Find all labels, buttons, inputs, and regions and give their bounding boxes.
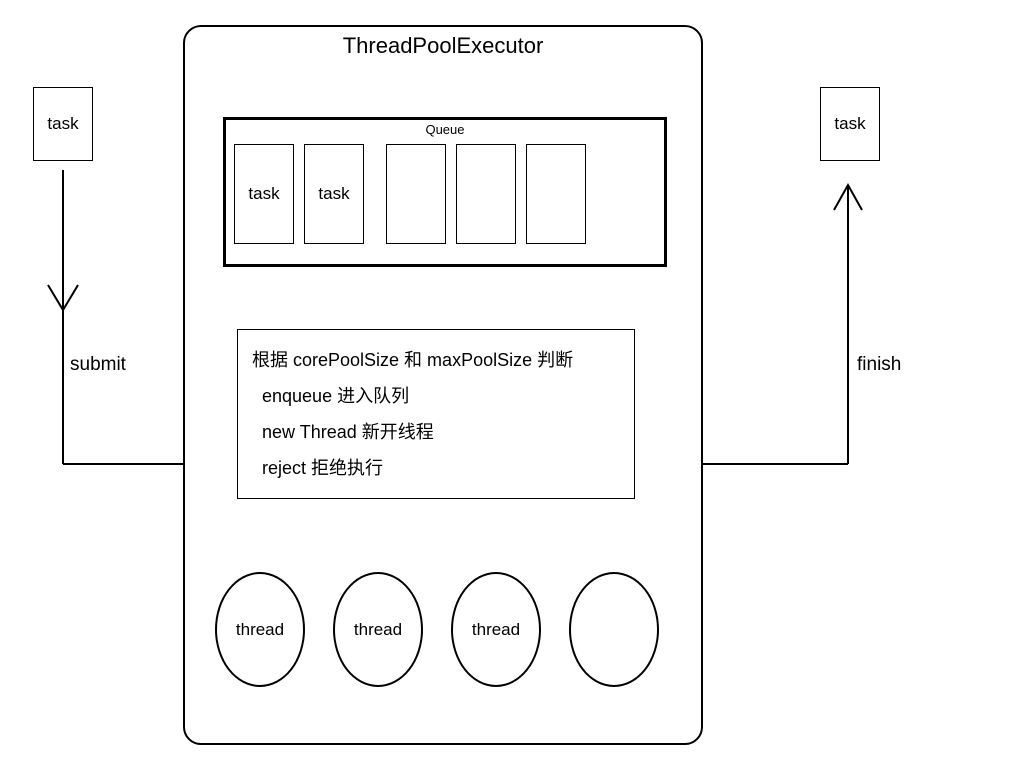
submit-arrow-head-down [48,285,78,310]
thread-oval-3 [569,572,659,687]
decision-heading: 根据 corePoolSize 和 maxPoolSize 判断 [252,342,620,378]
main-panel: ThreadPoolExecutor Queue task task 根据 co… [183,25,703,745]
threads-row: thread thread thread [215,572,659,687]
thread-oval-1: thread [333,572,423,687]
thread-oval-0: thread [215,572,305,687]
thread-label: thread [354,620,402,640]
right-task-label: task [834,114,865,134]
finish-label: finish [857,354,901,376]
thread-oval-2: thread [451,572,541,687]
queue-slot-label: task [318,184,349,204]
main-title: ThreadPoolExecutor [185,27,701,59]
left-task-box: task [33,87,93,161]
decision-line-1: new Thread 新开线程 [262,414,620,450]
right-task-box: task [820,87,880,161]
decision-box: 根据 corePoolSize 和 maxPoolSize 判断 enqueue… [237,329,635,499]
queue-slot-2 [386,144,446,244]
decision-line-0: enqueue 进入队列 [262,378,620,414]
queue-slot-label: task [248,184,279,204]
queue-slots: task task [234,144,586,244]
submit-label: submit [70,354,126,376]
queue-slot-3 [456,144,516,244]
queue-slot-1: task [304,144,364,244]
left-task-label: task [47,114,78,134]
thread-label: thread [236,620,284,640]
thread-label: thread [472,620,520,640]
decision-line-2: reject 拒绝执行 [262,450,620,486]
queue-slot-0: task [234,144,294,244]
queue-title: Queue [226,120,664,137]
finish-arrow-head-up [834,185,862,210]
queue-container: Queue task task [223,117,667,267]
queue-slot-4 [526,144,586,244]
